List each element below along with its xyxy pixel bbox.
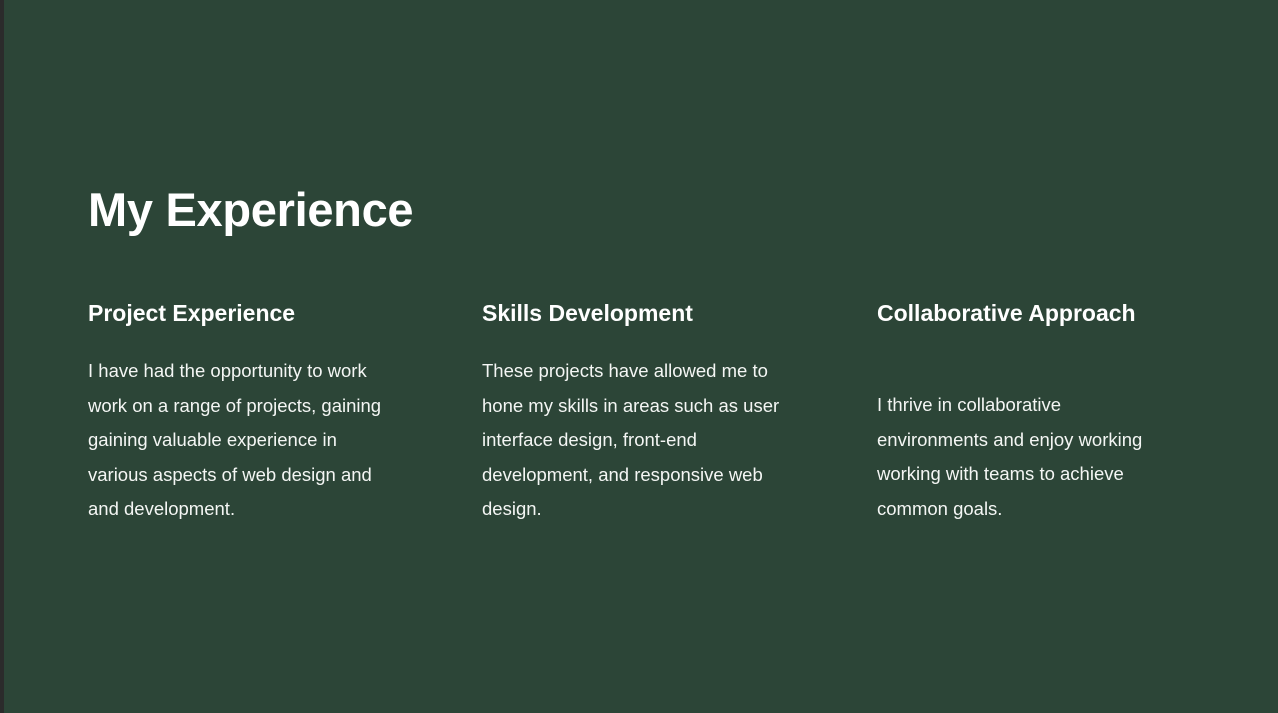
skills-development-text: These projects have allowed me to hone m… [482, 360, 780, 520]
project-experience-heading: Project Experience [88, 300, 296, 326]
project-experience-text: I have had the opportunity to work work … [88, 360, 382, 520]
project-experience-column: Project Experience I have had the opport… [88, 296, 428, 527]
skills-development-heading: Skills Development [482, 300, 693, 326]
collaborative-approach-heading: Collaborative Approach [877, 300, 1136, 326]
experience-slide: My Experience Project Experience I have … [4, 0, 1278, 713]
skills-development-column: Skills Development These projects have a… [482, 296, 822, 527]
collaborative-approach-column: Collaborative Approach I thrive in colla… [877, 296, 1217, 526]
slide-title: My Experience [88, 183, 414, 236]
collaborative-approach-text: I thrive in collaborative environments a… [877, 394, 1143, 519]
